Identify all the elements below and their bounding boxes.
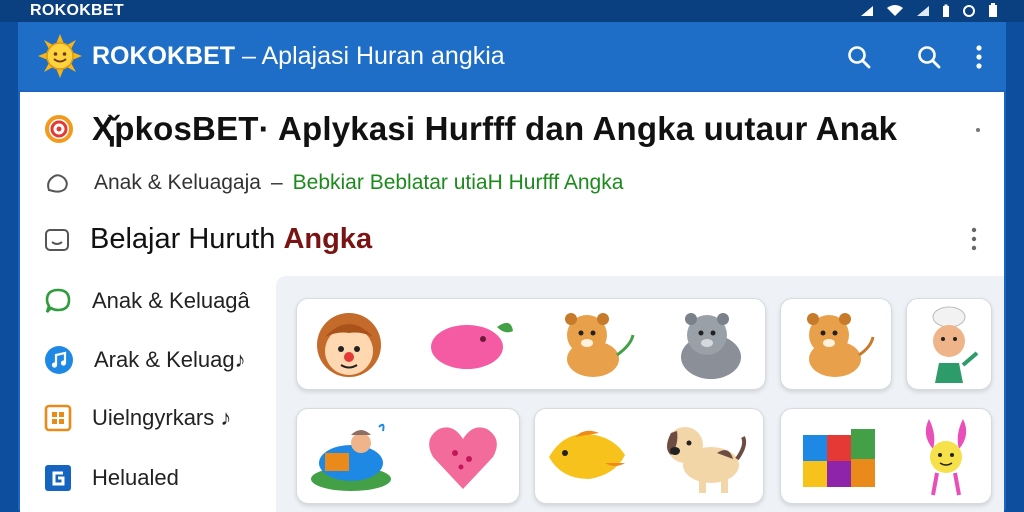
sun-logo-icon [38, 34, 82, 78]
section-title-accent: Angka [283, 223, 373, 255]
smiley-box-icon [45, 228, 69, 251]
gray-bear-icon [681, 313, 741, 379]
breadcrumb: Anak & Keluagaja – Bebkiar Beblatar utia… [44, 170, 623, 196]
cellular-icon [916, 5, 930, 20]
lion-cub-icon [565, 313, 635, 377]
section-header: Belajar Huruth Angka [44, 223, 372, 256]
sidebar-item-anak-keluarga[interactable]: Anak & Keluagâ [44, 281, 284, 321]
category-bubble-icon [47, 174, 68, 193]
sidebar-item-uielngyrkars[interactable]: Uielngyrkars ♪ [44, 398, 284, 438]
battery-full-icon [988, 3, 998, 21]
card-animals-1[interactable] [296, 298, 766, 390]
content-area: Ҳ̌pkosBET· Aplykasi Hurfff dan Angka uut… [20, 92, 1004, 512]
page-title-row: Ҳ̌pkosBET· Aplykasi Hurfff dan Angka uut… [44, 110, 897, 148]
card-fish-dog[interactable] [534, 408, 764, 504]
chef-icon [932, 306, 979, 383]
yellow-fish-icon [549, 430, 625, 479]
lion-cub-icon [807, 313, 875, 377]
search-button-secondary[interactable] [912, 40, 946, 74]
status-icons [860, 3, 998, 21]
overflow-menu-button[interactable] [962, 40, 996, 74]
page-title: Ҳ̌pkosBET· Aplykasi Hurfff dan Angka uut… [92, 110, 898, 147]
sidebar-item-label: Helualed [92, 465, 179, 490]
pink-pig-icon [431, 322, 513, 369]
app-ring-icon [45, 115, 73, 143]
pink-heart-icon [429, 427, 497, 489]
search-icon [918, 46, 941, 69]
battery-icon [942, 4, 950, 21]
app-brand: ROKOKBET [92, 42, 236, 70]
puppy-icon [667, 427, 747, 493]
wifi-icon [886, 4, 904, 20]
app-title: ROKOKBET – Aplajasi Huran angkia [92, 42, 505, 71]
sidebar-item-label: Uielngyrkars ♪ [92, 405, 232, 430]
section-title-label: Belajar Huruth [90, 223, 284, 255]
status-bar: ROKOKBET [0, 0, 1024, 22]
app-bar: ROKOKBET – Aplajasi Huran angkia [18, 22, 1006, 90]
toy-blocks-icon [803, 429, 875, 487]
card-chef[interactable] [906, 298, 992, 390]
card-lion[interactable] [780, 298, 892, 390]
breadcrumb-link[interactable]: Bebkiar Beblatar utiaH Hurfff Angka [293, 171, 624, 195]
card-sleeping-kid[interactable] [296, 408, 520, 504]
search-button[interactable] [842, 40, 876, 74]
sidebar-item-label: Arak & Keluag♪ [94, 347, 246, 372]
sidebar-item-label: Anak & Keluagâ [92, 288, 250, 313]
kid-face-icon [317, 313, 381, 377]
sleeping-kid-icon [311, 423, 391, 491]
sidebar-item-arak-keluarga[interactable]: Arak & Keluag♪ [44, 340, 284, 380]
title-menu-dot-icon[interactable] [976, 128, 980, 132]
search-icon [848, 46, 871, 69]
card-blocks-bunny[interactable] [780, 408, 992, 504]
section-title: Belajar Huruth Angka [90, 223, 372, 256]
section-more-icon[interactable] [970, 226, 978, 252]
bunny-icon [925, 419, 967, 496]
more-vert-icon [976, 45, 982, 69]
alarm-icon [962, 4, 976, 21]
grid-icon [44, 404, 72, 432]
breadcrumb-separator: – [270, 171, 283, 194]
signal-icon [860, 5, 874, 20]
music-note-icon [45, 346, 73, 374]
status-app-name: ROKOKBET [30, 2, 124, 19]
chat-bubble-icon [45, 288, 71, 313]
app-subtitle: – Aplajasi Huran angkia [242, 42, 505, 70]
card-grid [276, 276, 1004, 512]
breadcrumb-category[interactable]: Anak & Keluagaja [94, 171, 261, 195]
g-box-icon [45, 465, 71, 491]
sidebar-item-helualed[interactable]: Helualed [44, 458, 284, 498]
